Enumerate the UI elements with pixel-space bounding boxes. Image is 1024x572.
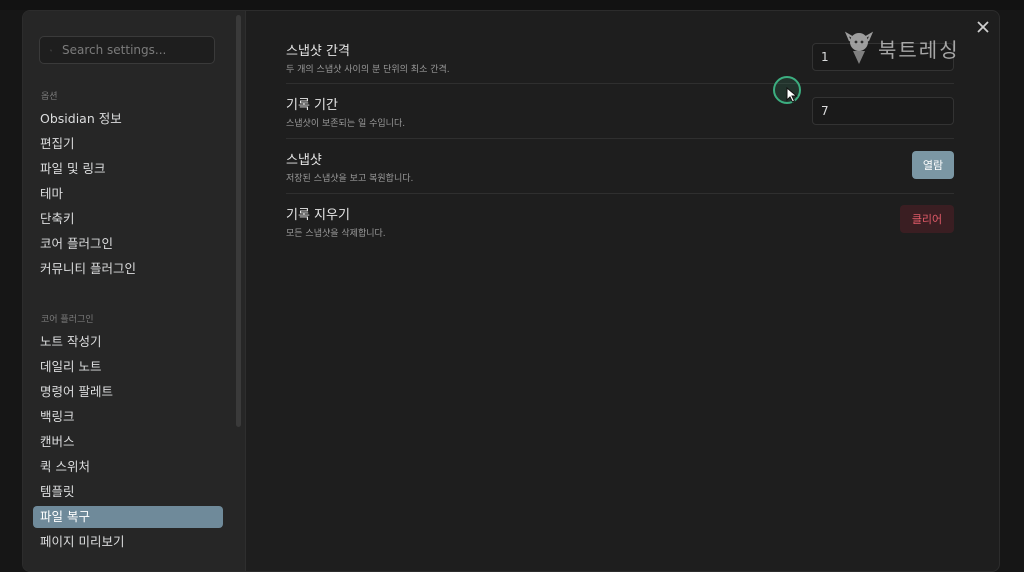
setting-desc: 모든 스냅샷을 삭제합니다. bbox=[286, 229, 386, 239]
group-title-options: 옵션 bbox=[41, 92, 58, 102]
setting-desc: 두 개의 스냅샷 사이의 분 단위의 최소 간격. bbox=[286, 65, 450, 75]
sidebar-item-core-plugins[interactable]: 코어 플러그인 bbox=[33, 233, 223, 255]
setting-clear-history: 기록 지우기 모든 스냅샷을 삭제합니다. 클리어 bbox=[286, 194, 954, 248]
setting-name: 스냅샷 간격 bbox=[286, 44, 350, 59]
sidebar-item-appearance[interactable]: 테마 bbox=[33, 183, 223, 205]
watermark: 북트레싱 bbox=[844, 28, 960, 68]
search-icon bbox=[50, 49, 52, 51]
sidebar-item-canvas[interactable]: 캔버스 bbox=[33, 431, 223, 453]
sidebar-item-community-plugins[interactable]: 커뮤니티 플러그인 bbox=[33, 258, 223, 280]
sidebar-item-note-composer[interactable]: 노트 작성기 bbox=[33, 331, 223, 353]
setting-name: 기록 기간 bbox=[286, 98, 338, 113]
search-input[interactable] bbox=[60, 42, 214, 58]
sidebar-item-command-palette[interactable]: 명령어 팔레트 bbox=[33, 381, 223, 403]
setting-name: 기록 지우기 bbox=[286, 208, 350, 223]
setting-name: 스냅샷 bbox=[286, 153, 322, 168]
setting-desc: 스냅샷이 보존되는 일 수입니다. bbox=[286, 119, 406, 129]
app-background bbox=[0, 0, 1024, 10]
sidebar-item-daily-notes[interactable]: 데일리 노트 bbox=[33, 356, 223, 378]
sidebar-item-quick-switcher[interactable]: 퀵 스위처 bbox=[33, 456, 223, 478]
history-length-input[interactable] bbox=[812, 97, 954, 125]
settings-content: 스냅샷 간격 두 개의 스냅샷 사이의 분 단위의 최소 간격. 기록 기간 스… bbox=[246, 11, 999, 571]
close-icon bbox=[977, 21, 989, 33]
view-snapshots-button[interactable]: 열람 bbox=[912, 151, 954, 179]
watermark-logo-icon bbox=[844, 31, 874, 64]
close-button[interactable] bbox=[975, 19, 991, 35]
clear-history-button[interactable]: 클리어 bbox=[900, 205, 954, 233]
settings-modal: 옵션 Obsidian 정보 편집기 파일 및 링크 테마 단축키 코어 플러그… bbox=[22, 10, 1000, 572]
watermark-text: 북트레싱 bbox=[878, 37, 960, 62]
mouse-cursor-icon bbox=[786, 87, 798, 103]
sidebar-scrollbar[interactable] bbox=[236, 15, 241, 427]
search-box[interactable] bbox=[39, 36, 215, 64]
setting-snapshots: 스냅샷 저장된 스냅샷을 보고 복원합니다. 열람 bbox=[286, 139, 954, 194]
group-title-core-plugins: 코어 플러그인 bbox=[41, 315, 94, 325]
sidebar-item-file-recovery[interactable]: 파일 복구 bbox=[33, 506, 223, 528]
sidebar-item-templates[interactable]: 템플릿 bbox=[33, 481, 223, 503]
sidebar-item-files-links[interactable]: 파일 및 링크 bbox=[33, 158, 223, 180]
setting-history-length: 기록 기간 스냅샷이 보존되는 일 수입니다. bbox=[286, 84, 954, 139]
sidebar-item-editor[interactable]: 편집기 bbox=[33, 133, 223, 155]
setting-desc: 저장된 스냅샷을 보고 복원합니다. bbox=[286, 174, 414, 184]
sidebar-item-backlinks[interactable]: 백링크 bbox=[33, 406, 223, 428]
settings-sidebar: 옵션 Obsidian 정보 편집기 파일 및 링크 테마 단축키 코어 플러그… bbox=[23, 11, 246, 571]
sidebar-item-about[interactable]: Obsidian 정보 bbox=[33, 108, 223, 130]
sidebar-item-page-preview[interactable]: 페이지 미리보기 bbox=[33, 531, 223, 553]
sidebar-item-hotkeys[interactable]: 단축키 bbox=[33, 208, 223, 230]
